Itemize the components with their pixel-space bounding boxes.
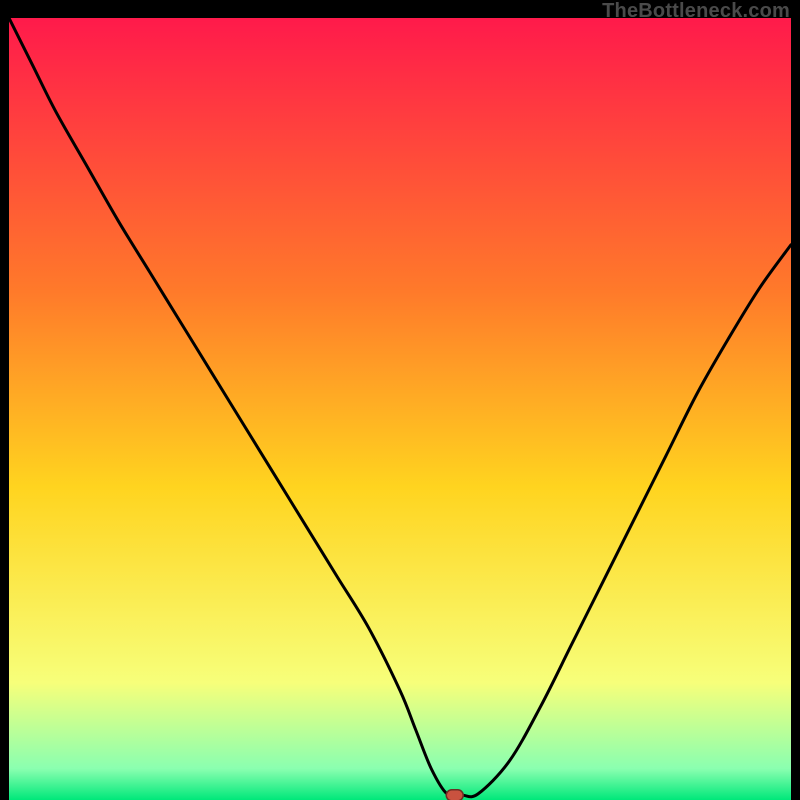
chart-frame: [9, 18, 791, 800]
gradient-background: [9, 18, 791, 800]
optimum-marker: [446, 790, 463, 800]
bottleneck-chart: [9, 18, 791, 800]
